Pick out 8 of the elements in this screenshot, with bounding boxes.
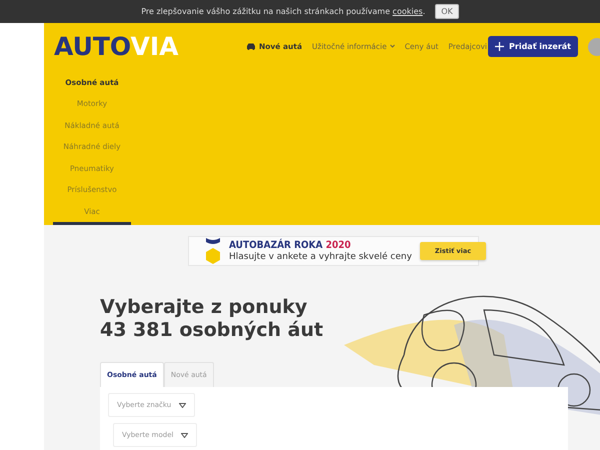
add-listing-button[interactable]: Pridať inzerát	[488, 36, 578, 57]
cookie-notice: Pre zlepšovanie vášho zážitku na našich stránkach používame cookies.	[141, 7, 426, 16]
ok-button[interactable]: OK	[435, 4, 459, 19]
banner-text: Hlasujte v ankete a vyhrajte skvelé ceny	[229, 252, 412, 262]
autovia-logo[interactable]: AUTOVIA	[54, 32, 179, 61]
banner-title: AUTOBAZÁR ROKA 2020	[229, 240, 352, 251]
search-heading: Vyberajte z ponuky 43 381 osobných áut	[100, 296, 324, 342]
cookies-link[interactable]: cookies	[392, 7, 423, 16]
